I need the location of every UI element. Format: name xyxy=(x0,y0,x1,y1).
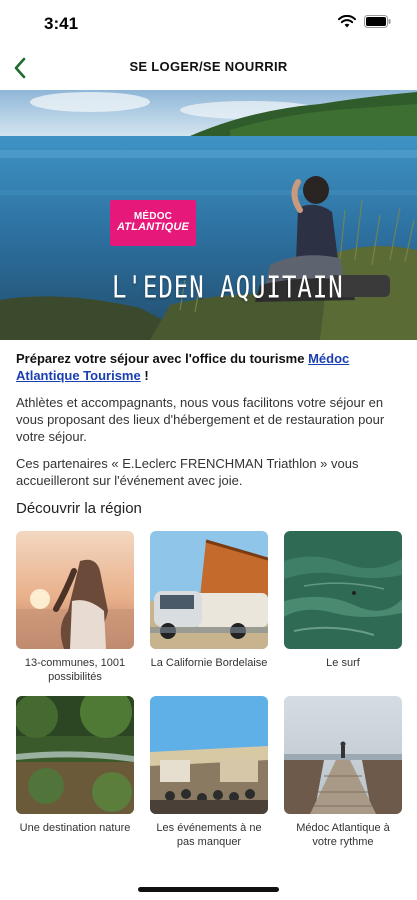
intro-text: Préparez votre séjour avec l'office du t… xyxy=(16,350,401,384)
tile-label: Le surf xyxy=(326,657,360,669)
hero-tagline: L'EDEN AQUITAIN xyxy=(112,270,344,305)
tile-image-surf xyxy=(284,531,402,649)
tile-image-rythme xyxy=(284,696,402,814)
battery-icon xyxy=(364,15,391,28)
tile-californie[interactable]: La Californie Bordelaise xyxy=(150,531,268,684)
medoc-atlantique-logo: MÉDOC ATLANTIQUE xyxy=(110,200,196,246)
tile-label: La Californie Bordelaise xyxy=(150,657,268,669)
tile-image-communes xyxy=(16,531,134,649)
tile-label: Une destination nature xyxy=(19,822,131,834)
tile-image-evenements xyxy=(150,696,268,814)
region-grid: 13-communes, 1001 possibilités La Califo… xyxy=(16,531,402,849)
tile-label: Les événements à ne pas manquer xyxy=(156,822,262,848)
tile-surf[interactable]: Le surf xyxy=(284,531,402,684)
tile-rythme[interactable]: Médoc Atlantique à votre rythme xyxy=(284,696,402,849)
section-title: Découvrir la région xyxy=(16,500,142,517)
status-icons xyxy=(338,15,391,28)
hero-banner: MÉDOC ATLANTIQUE L'EDEN AQUITAIN xyxy=(0,90,417,340)
home-indicator xyxy=(138,887,279,892)
wifi-icon xyxy=(338,15,356,28)
intro-content: Préparez votre séjour avec l'office du t… xyxy=(16,350,401,489)
tile-label: Médoc Atlantique à votre rythme xyxy=(296,822,390,848)
status-bar: 3:41 xyxy=(0,0,417,46)
tile-communes[interactable]: 13-communes, 1001 possibilités xyxy=(16,531,134,684)
status-time: 3:41 xyxy=(44,14,79,33)
navigation-bar: SE LOGER/SE NOURRIR xyxy=(0,46,417,90)
intro-text-after: ! xyxy=(140,368,149,383)
tile-image-californie xyxy=(150,531,268,649)
tile-image-nature xyxy=(16,696,134,814)
tile-nature[interactable]: Une destination nature xyxy=(16,696,134,849)
page-title: SE LOGER/SE NOURRIR xyxy=(129,59,288,74)
tile-label: 13-communes, 1001 possibilités xyxy=(24,657,126,683)
paragraph-athletes: Athlètes et accompagnants, nous vous fac… xyxy=(16,395,385,444)
intro-text-before: Préparez votre séjour avec l'office du t… xyxy=(16,351,309,366)
paragraph-partners: Ces partenaires « E.Leclerc FRENCHMAN Tr… xyxy=(16,456,359,488)
tile-evenements[interactable]: Les événements à ne pas manquer xyxy=(150,696,268,849)
logo-line-2: ATLANTIQUE xyxy=(116,221,190,234)
